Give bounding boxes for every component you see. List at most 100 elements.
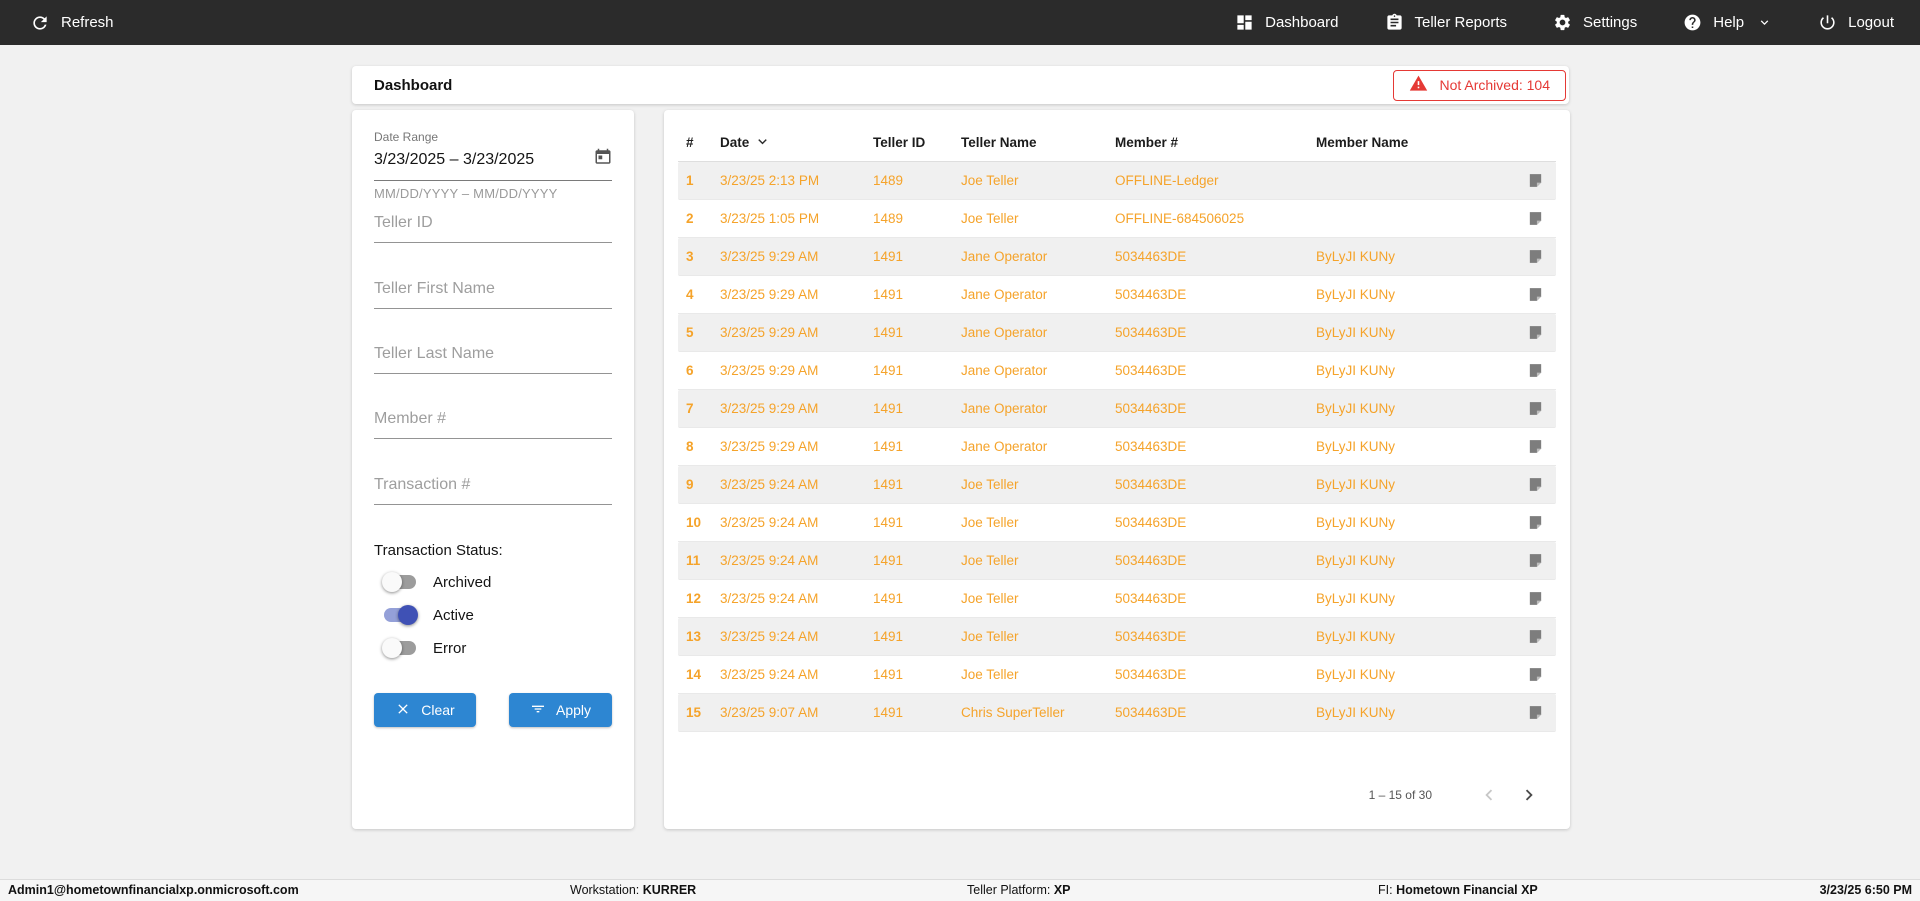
col-header-member-number[interactable]: Member # (1115, 135, 1316, 150)
row-member-number: 5034463DE (1115, 363, 1187, 378)
calendar-icon[interactable] (594, 148, 612, 171)
nav-help[interactable]: Help (1683, 13, 1772, 32)
row-number: 9 (686, 477, 694, 492)
transaction-status-label: Transaction Status: (374, 542, 503, 559)
table-row[interactable]: 4 3/23/25 9:29 AM 1491 Jane Operator 503… (678, 276, 1556, 314)
note-icon[interactable] (1488, 514, 1556, 531)
row-date: 3/23/25 9:24 AM (720, 477, 819, 492)
pagination-range-label: 1 – 15 of 30 (1368, 788, 1432, 802)
not-archived-badge[interactable]: Not Archived: 104 (1393, 69, 1566, 101)
row-date: 3/23/25 9:29 AM (720, 325, 819, 340)
table-row[interactable]: 5 3/23/25 9:29 AM 1491 Jane Operator 503… (678, 314, 1556, 352)
toggle-switch[interactable] (382, 605, 418, 625)
table-row[interactable]: 3 3/23/25 9:29 AM 1491 Jane Operator 503… (678, 238, 1556, 276)
note-icon[interactable] (1488, 248, 1556, 265)
nav-dashboard[interactable]: Dashboard (1235, 13, 1339, 32)
toggle-switch[interactable] (382, 638, 418, 658)
member-number-input[interactable]: Member # (374, 410, 612, 439)
table-row[interactable]: 11 3/23/25 9:24 AM 1491 Joe Teller 50344… (678, 542, 1556, 580)
note-icon[interactable] (1488, 438, 1556, 455)
row-teller-name: Joe Teller (961, 591, 1019, 606)
row-member-number: 5034463DE (1115, 287, 1187, 302)
table-row[interactable]: 12 3/23/25 9:24 AM 1491 Joe Teller 50344… (678, 580, 1556, 618)
refresh-button[interactable]: Refresh (30, 13, 114, 33)
row-teller-id: 1491 (873, 249, 904, 264)
filter-panel: Date Range 3/23/2025 – 3/23/2025 MM/DD/Y… (352, 110, 634, 829)
row-member-number: 5034463DE (1115, 325, 1187, 340)
row-member-name: ByLyJI KUNy (1316, 667, 1396, 682)
note-icon[interactable] (1488, 552, 1556, 569)
row-teller-name: Joe Teller (961, 173, 1019, 188)
col-header-number: # (686, 135, 694, 150)
col-header-member-name[interactable]: Member Name (1316, 135, 1488, 150)
note-icon[interactable] (1488, 210, 1556, 227)
previous-page-button[interactable] (1476, 782, 1502, 808)
row-teller-id: 1491 (873, 667, 904, 682)
reports-icon (1385, 13, 1404, 32)
status-bar: Admin1@hometownfinancialxp.onmicrosoft.c… (0, 879, 1920, 901)
note-icon[interactable] (1488, 590, 1556, 607)
note-icon[interactable] (1488, 666, 1556, 683)
clear-button-label: Clear (421, 702, 455, 718)
date-range-helper: MM/DD/YYYY – MM/DD/YYYY (374, 186, 558, 201)
row-member-name: ByLyJI KUNy (1316, 363, 1396, 378)
row-number: 4 (686, 287, 694, 302)
row-member-name: ByLyJI KUNy (1316, 439, 1396, 454)
table-row[interactable]: 7 3/23/25 9:29 AM 1491 Jane Operator 503… (678, 390, 1556, 428)
row-number: 10 (686, 515, 702, 530)
table-row[interactable]: 8 3/23/25 9:29 AM 1491 Jane Operator 503… (678, 428, 1556, 466)
note-icon[interactable] (1488, 324, 1556, 341)
table-row[interactable]: 6 3/23/25 9:29 AM 1491 Jane Operator 503… (678, 352, 1556, 390)
nav-settings[interactable]: Settings (1553, 13, 1637, 32)
row-teller-name: Jane Operator (961, 325, 1048, 340)
status-toggle-error[interactable]: Error (382, 638, 602, 658)
row-member-name: ByLyJI KUNy (1316, 705, 1396, 720)
row-teller-id: 1491 (873, 591, 904, 606)
nav-teller-reports[interactable]: Teller Reports (1385, 13, 1507, 32)
toggle-switch[interactable] (382, 572, 418, 592)
row-number: 15 (686, 705, 702, 720)
col-header-teller-name[interactable]: Teller Name (961, 135, 1115, 150)
note-icon[interactable] (1488, 362, 1556, 379)
row-number: 8 (686, 439, 694, 454)
row-teller-name: Joe Teller (961, 629, 1019, 644)
status-toggle-active[interactable]: Active (382, 605, 602, 625)
transaction-number-input[interactable]: Transaction # (374, 476, 612, 505)
note-icon[interactable] (1488, 286, 1556, 303)
note-icon[interactable] (1488, 628, 1556, 645)
note-icon[interactable] (1488, 476, 1556, 493)
teller-last-name-input[interactable]: Teller Last Name (374, 345, 612, 374)
table-row[interactable]: 1 3/23/25 2:13 PM 1489 Joe Teller OFFLIN… (678, 162, 1556, 200)
teller-first-name-input[interactable]: Teller First Name (374, 280, 612, 309)
row-member-number: 5034463DE (1115, 667, 1187, 682)
next-page-button[interactable] (1516, 782, 1542, 808)
row-date: 3/23/25 9:24 AM (720, 629, 819, 644)
table-row[interactable]: 10 3/23/25 9:24 AM 1491 Joe Teller 50344… (678, 504, 1556, 542)
table-row[interactable]: 2 3/23/25 1:05 PM 1489 Joe Teller OFFLIN… (678, 200, 1556, 238)
table-row[interactable]: 15 3/23/25 9:07 AM 1491 Chris SuperTelle… (678, 694, 1556, 732)
col-header-teller-id[interactable]: Teller ID (873, 135, 961, 150)
table-row[interactable]: 13 3/23/25 9:24 AM 1491 Joe Teller 50344… (678, 618, 1556, 656)
note-icon[interactable] (1488, 172, 1556, 189)
teller-id-input[interactable]: Teller ID (374, 214, 612, 243)
row-member-number: 5034463DE (1115, 439, 1187, 454)
filter-icon (530, 701, 546, 720)
date-range-input[interactable]: 3/23/2025 – 3/23/2025 (374, 148, 612, 181)
row-date: 3/23/25 9:24 AM (720, 553, 819, 568)
date-range-value: 3/23/2025 – 3/23/2025 (374, 150, 535, 168)
row-date: 3/23/25 9:24 AM (720, 667, 819, 682)
top-navigation-bar: Refresh Dashboard Teller Reports Setting… (0, 0, 1920, 45)
row-date: 3/23/25 9:29 AM (720, 401, 819, 416)
toggle-label: Active (433, 606, 474, 624)
table-row[interactable]: 14 3/23/25 9:24 AM 1491 Joe Teller 50344… (678, 656, 1556, 694)
apply-button[interactable]: Apply (509, 693, 612, 727)
clear-x-icon (395, 701, 411, 720)
status-toggle-archived[interactable]: Archived (382, 572, 602, 592)
clear-button[interactable]: Clear (374, 693, 476, 727)
col-header-date[interactable]: Date (720, 133, 873, 153)
current-datetime: 3/23/25 6:50 PM (1819, 883, 1912, 897)
nav-logout[interactable]: Logout (1818, 13, 1894, 32)
note-icon[interactable] (1488, 400, 1556, 417)
table-row[interactable]: 9 3/23/25 9:24 AM 1491 Joe Teller 503446… (678, 466, 1556, 504)
note-icon[interactable] (1488, 704, 1556, 721)
